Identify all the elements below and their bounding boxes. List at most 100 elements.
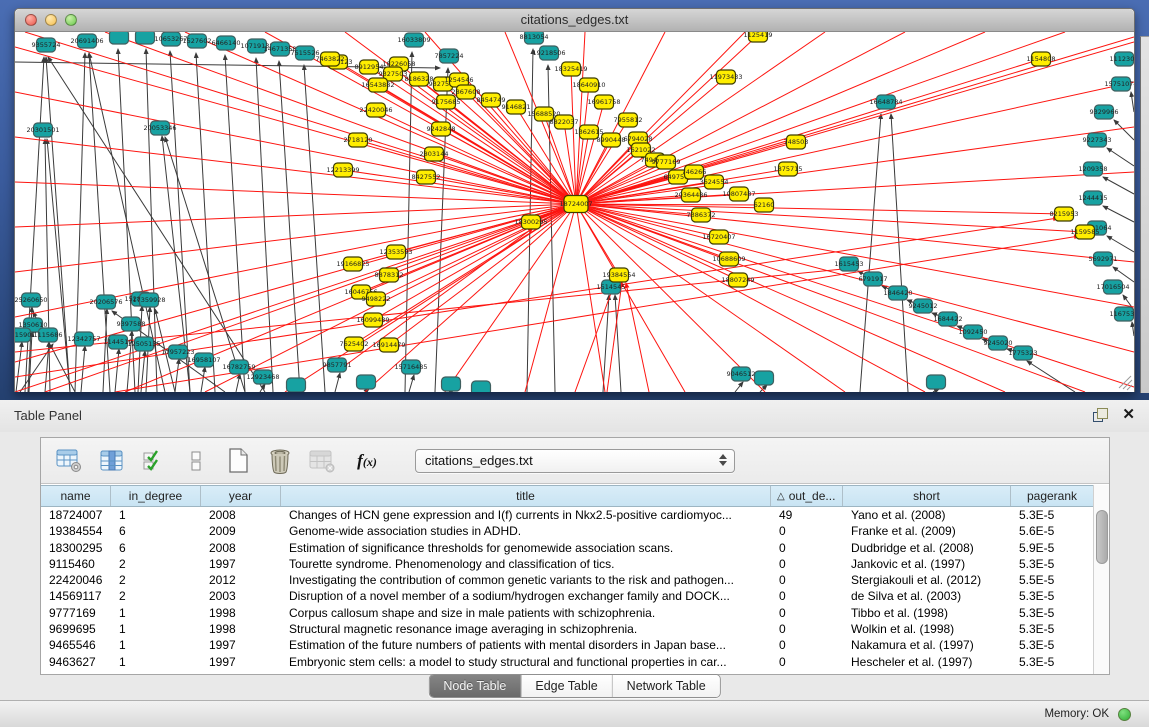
graph-edge[interactable] (576, 204, 1005, 392)
table-cell[interactable]: 2 (111, 572, 201, 588)
table-cell[interactable]: Dudbridge et al. (2008) (843, 540, 1011, 556)
tab-node-table[interactable]: Node Table (429, 675, 520, 697)
table-cell[interactable]: 0 (771, 654, 843, 670)
table-cell[interactable]: 2 (111, 556, 201, 572)
memory-status-indicator[interactable] (1118, 708, 1131, 721)
table-cell[interactable]: Wolkin et al. (1998) (843, 621, 1011, 637)
table-cell[interactable]: 2009 (201, 523, 281, 539)
table-cell[interactable]: 49 (771, 507, 843, 523)
table-cell[interactable]: 5.3E-5 (1011, 588, 1094, 604)
graph-edge[interactable] (335, 373, 340, 392)
network-window-titlebar[interactable]: citations_edges.txt (15, 9, 1134, 32)
table-cell[interactable]: 2 (111, 588, 201, 604)
table-cell[interactable]: 0 (771, 523, 843, 539)
graph-edge[interactable] (225, 55, 245, 392)
table-cell[interactable]: 6 (111, 523, 201, 539)
table-row[interactable]: 1938455462009Genome-wide association stu… (41, 523, 1094, 539)
graph-node[interactable] (357, 375, 376, 389)
graph-node[interactable] (442, 377, 461, 391)
graph-edge[interactable] (441, 129, 576, 204)
graph-edge[interactable] (1114, 120, 1134, 140)
table-row[interactable]: 1830029562008Estimation of significance … (41, 540, 1094, 556)
graph-edge[interactable] (1123, 380, 1132, 389)
function-builder-button[interactable]: f(x) (349, 446, 385, 476)
column-header-short[interactable]: short (843, 486, 1011, 506)
graph-edge[interactable] (196, 53, 215, 392)
table-cell[interactable]: 9115460 (41, 556, 111, 572)
table-cell[interactable]: 9777169 (41, 605, 111, 621)
table-cell[interactable]: 18300295 (41, 540, 111, 556)
scrollbar-thumb[interactable] (1096, 510, 1108, 564)
table-cell[interactable]: Structural magnetic resonance image aver… (281, 621, 771, 637)
table-cell[interactable]: Jankovic et al. (1997) (843, 556, 1011, 572)
graph-edge[interactable] (576, 32, 1065, 204)
row-options-button[interactable] (181, 446, 211, 476)
graph-edge[interactable] (409, 375, 414, 392)
table-cell[interactable]: Changes of HCN gene expression and I(f) … (281, 507, 771, 523)
table-cell[interactable]: 1 (111, 507, 201, 523)
graph-node[interactable] (472, 381, 491, 392)
graph-edge[interactable] (576, 204, 925, 392)
graph-edge[interactable] (860, 114, 881, 392)
graph-node[interactable] (136, 32, 155, 44)
table-cell[interactable]: Franke et al. (2009) (843, 523, 1011, 539)
graph-edge[interactable] (603, 295, 609, 392)
float-panel-icon[interactable] (1093, 408, 1108, 422)
table-cell[interactable]: 6 (111, 540, 201, 556)
graph-edge[interactable] (576, 204, 619, 275)
table-cell[interactable]: 1998 (201, 621, 281, 637)
graph-edge[interactable] (576, 59, 1041, 204)
table-cell[interactable]: 5.9E-5 (1011, 540, 1094, 556)
table-cell[interactable]: 0 (771, 588, 843, 604)
column-header-name[interactable]: name (41, 486, 111, 506)
graph-edge[interactable] (45, 342, 49, 392)
table-header-row[interactable]: namein_degreeyeartitle△out_de...shortpag… (41, 485, 1094, 507)
graph-edge[interactable] (15, 182, 576, 204)
table-cell[interactable]: 0 (771, 540, 843, 556)
column-header-year[interactable]: year (201, 486, 281, 506)
table-row[interactable]: 969969511998Structural magnetic resonanc… (41, 621, 1094, 637)
table-cell[interactable]: 9699695 (41, 621, 111, 637)
table-mode-button[interactable] (55, 446, 85, 476)
graph-edge[interactable] (576, 204, 1134, 352)
graph-edge[interactable] (576, 204, 1134, 387)
table-cell[interactable]: 9465546 (41, 637, 111, 653)
graph-edge[interactable] (201, 367, 205, 392)
graph-edge[interactable] (185, 32, 576, 204)
table-row[interactable]: 1872400712008Changes of HCN gene express… (41, 507, 1094, 523)
graph-edge[interactable] (1132, 322, 1134, 336)
node-table[interactable]: namein_degreeyeartitle△out_de...shortpag… (41, 485, 1094, 674)
table-cell[interactable]: Yano et al. (2008) (843, 507, 1011, 523)
tab-network-table[interactable]: Network Table (612, 675, 720, 697)
table-cell[interactable]: Embryonic stem cells: a model to study s… (281, 654, 771, 670)
graph-node[interactable] (927, 375, 946, 389)
table-cell[interactable]: 1997 (201, 637, 281, 653)
table-row[interactable]: 2242004622012Investigating the contribut… (41, 572, 1094, 588)
table-cell[interactable]: de Silva et al. (2003) (843, 588, 1011, 604)
graph-edge[interactable] (576, 204, 1064, 214)
table-cell[interactable]: 0 (771, 621, 843, 637)
graph-edge[interactable] (576, 204, 685, 392)
table-cell[interactable]: 5.3E-5 (1011, 654, 1094, 670)
table-cell[interactable]: 5.3E-5 (1011, 605, 1094, 621)
column-header-title[interactable]: title (281, 486, 771, 506)
table-cell[interactable]: 1 (111, 621, 201, 637)
select-columns-button[interactable] (139, 446, 169, 476)
table-row[interactable]: 911546021997Tourette syndrome. Phenomeno… (41, 556, 1094, 572)
table-cell[interactable]: Stergiakouli et al. (2012) (843, 572, 1011, 588)
table-cell[interactable]: Nakamura et al. (1997) (843, 637, 1011, 653)
table-cell[interactable]: Estimation of significance thresholds fo… (281, 540, 771, 556)
graph-node[interactable] (287, 378, 306, 392)
graph-edge[interactable] (205, 204, 576, 392)
column-header-in_degree[interactable]: in_degree (111, 486, 201, 506)
graph-edge[interactable] (576, 204, 605, 392)
table-cell[interactable]: 5.6E-5 (1011, 523, 1094, 539)
close-panel-icon[interactable]: ✕ (1122, 408, 1135, 422)
table-cell[interactable]: 2008 (201, 507, 281, 523)
graph-edge[interactable] (576, 82, 1134, 204)
graph-edge[interactable] (175, 359, 179, 392)
table-row[interactable]: 977716911998Corpus callosum shape and si… (41, 605, 1094, 621)
table-cell[interactable]: 5.5E-5 (1011, 572, 1094, 588)
graph-edge[interactable] (891, 114, 908, 392)
table-cell[interactable]: 1998 (201, 605, 281, 621)
